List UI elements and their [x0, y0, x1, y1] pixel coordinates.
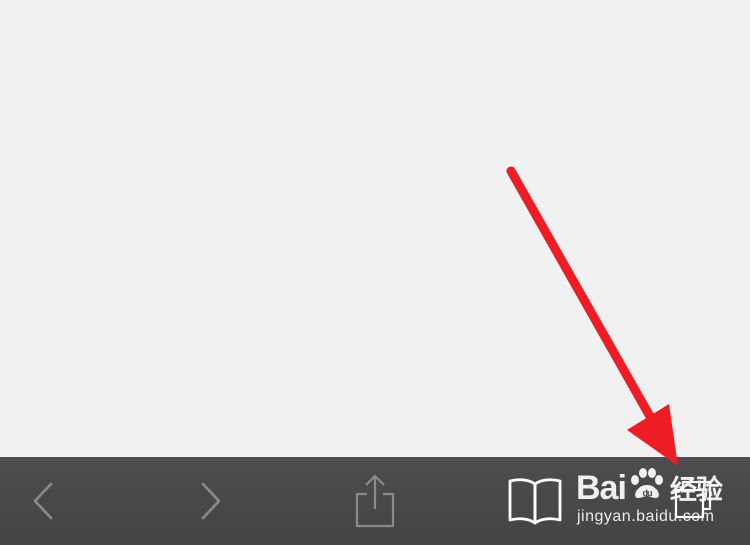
share-icon: [355, 474, 395, 528]
browser-screen: Bai du 经验 jingyan.baidu.com: [0, 0, 750, 545]
web-content-area[interactable]: [0, 0, 750, 457]
share-button[interactable]: [345, 457, 405, 545]
chevron-left-icon: [33, 482, 53, 520]
tabs-button[interactable]: [664, 457, 724, 545]
tabs-icon: [674, 480, 712, 519]
bottom-toolbar: [0, 457, 750, 545]
back-button[interactable]: [18, 457, 68, 545]
chevron-right-icon: [201, 482, 221, 520]
bookmarks-button[interactable]: [500, 457, 570, 545]
open-book-icon: [508, 478, 562, 525]
forward-button[interactable]: [186, 457, 236, 545]
